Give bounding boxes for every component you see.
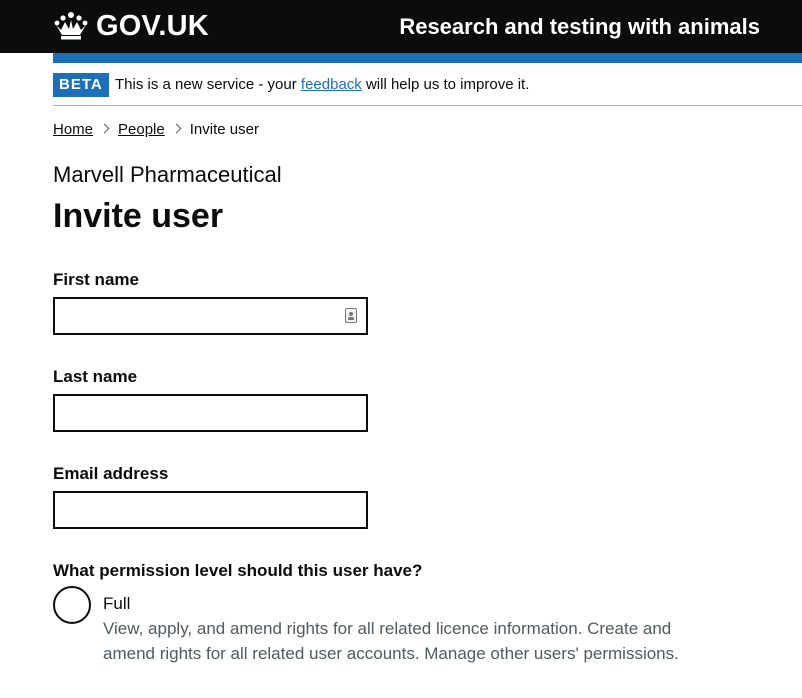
govuk-header: GOV.UK Research and testing with animals: [0, 0, 802, 53]
autofill-contact-icon[interactable]: [345, 308, 357, 323]
phase-banner-text: This is a new service - your feedback wi…: [115, 74, 529, 96]
permission-legend: What permission level should this user h…: [53, 561, 423, 580]
first-name-label: First name: [53, 270, 139, 289]
phase-banner: BETA This is a new service - your feedba…: [53, 63, 802, 106]
chevron-right-icon: [171, 123, 182, 134]
service-name[interactable]: Research and testing with animals: [399, 12, 760, 42]
permission-full-radio[interactable]: [53, 586, 91, 624]
permission-full-hint: View, apply, and amend rights for all re…: [103, 619, 679, 663]
email-label: Email address: [53, 464, 169, 483]
feedback-link[interactable]: feedback: [301, 76, 362, 93]
permission-full-label[interactable]: Full: [103, 593, 130, 615]
crown-icon: [54, 12, 88, 40]
beta-tag: BETA: [53, 73, 109, 97]
breadcrumb-current: Invite user: [189, 121, 259, 138]
phase-text-before: This is a new service - your: [115, 76, 297, 93]
chevron-right-icon: [99, 123, 110, 134]
phase-text-after: will help us to improve it.: [365, 76, 530, 93]
breadcrumb: Home People Invite user: [53, 120, 259, 140]
govuk-logo-text[interactable]: GOV.UK: [96, 9, 209, 43]
header-blue-stripe: [53, 53, 802, 63]
last-name-label: Last name: [53, 367, 138, 386]
establishment-caption: Marvell Pharmaceutical: [53, 162, 282, 187]
first-name-input[interactable]: [53, 297, 368, 335]
breadcrumb-people[interactable]: People: [118, 121, 165, 138]
page-title: Invite user: [53, 197, 224, 235]
last-name-input[interactable]: [53, 394, 368, 432]
email-input[interactable]: [53, 491, 368, 529]
breadcrumb-home[interactable]: Home: [53, 121, 93, 138]
